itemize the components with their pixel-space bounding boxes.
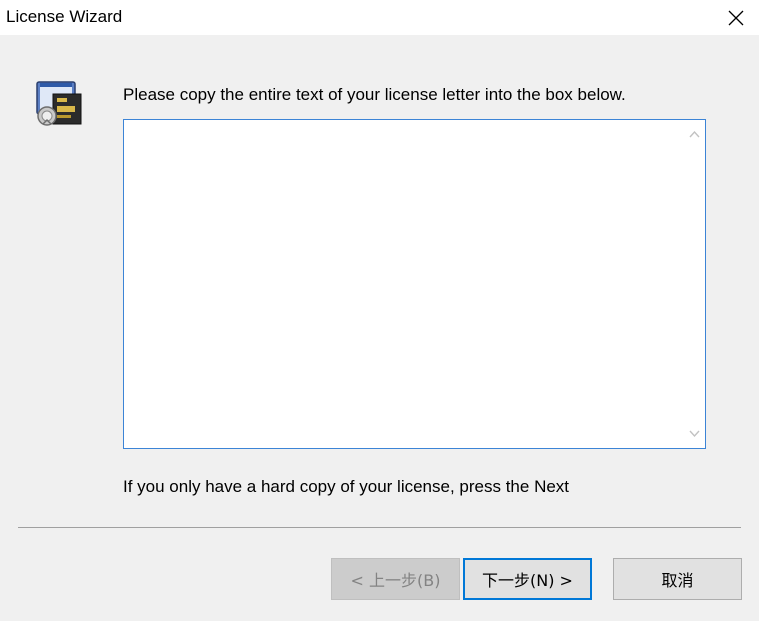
title-bar: License Wizard: [0, 0, 759, 35]
vertical-scrollbar[interactable]: [684, 120, 705, 448]
chevron-up-icon[interactable]: [689, 130, 700, 138]
hard-copy-hint: If you only have a hard copy of your lic…: [123, 477, 570, 496]
next-button[interactable]: 下一步(N) >: [463, 558, 592, 600]
license-certificate-icon: [35, 80, 83, 128]
separator: [18, 527, 741, 528]
instruction-text: Please copy the entire text of your lice…: [123, 85, 626, 104]
window-title: License Wizard: [6, 7, 123, 26]
chevron-down-icon[interactable]: [689, 430, 700, 438]
license-textarea[interactable]: [124, 120, 684, 448]
close-button[interactable]: [713, 0, 759, 35]
cancel-button[interactable]: 取消: [613, 558, 742, 600]
back-button[interactable]: < 上一步(B): [331, 558, 460, 600]
license-text-box[interactable]: [123, 119, 706, 449]
close-icon: [728, 10, 744, 25]
